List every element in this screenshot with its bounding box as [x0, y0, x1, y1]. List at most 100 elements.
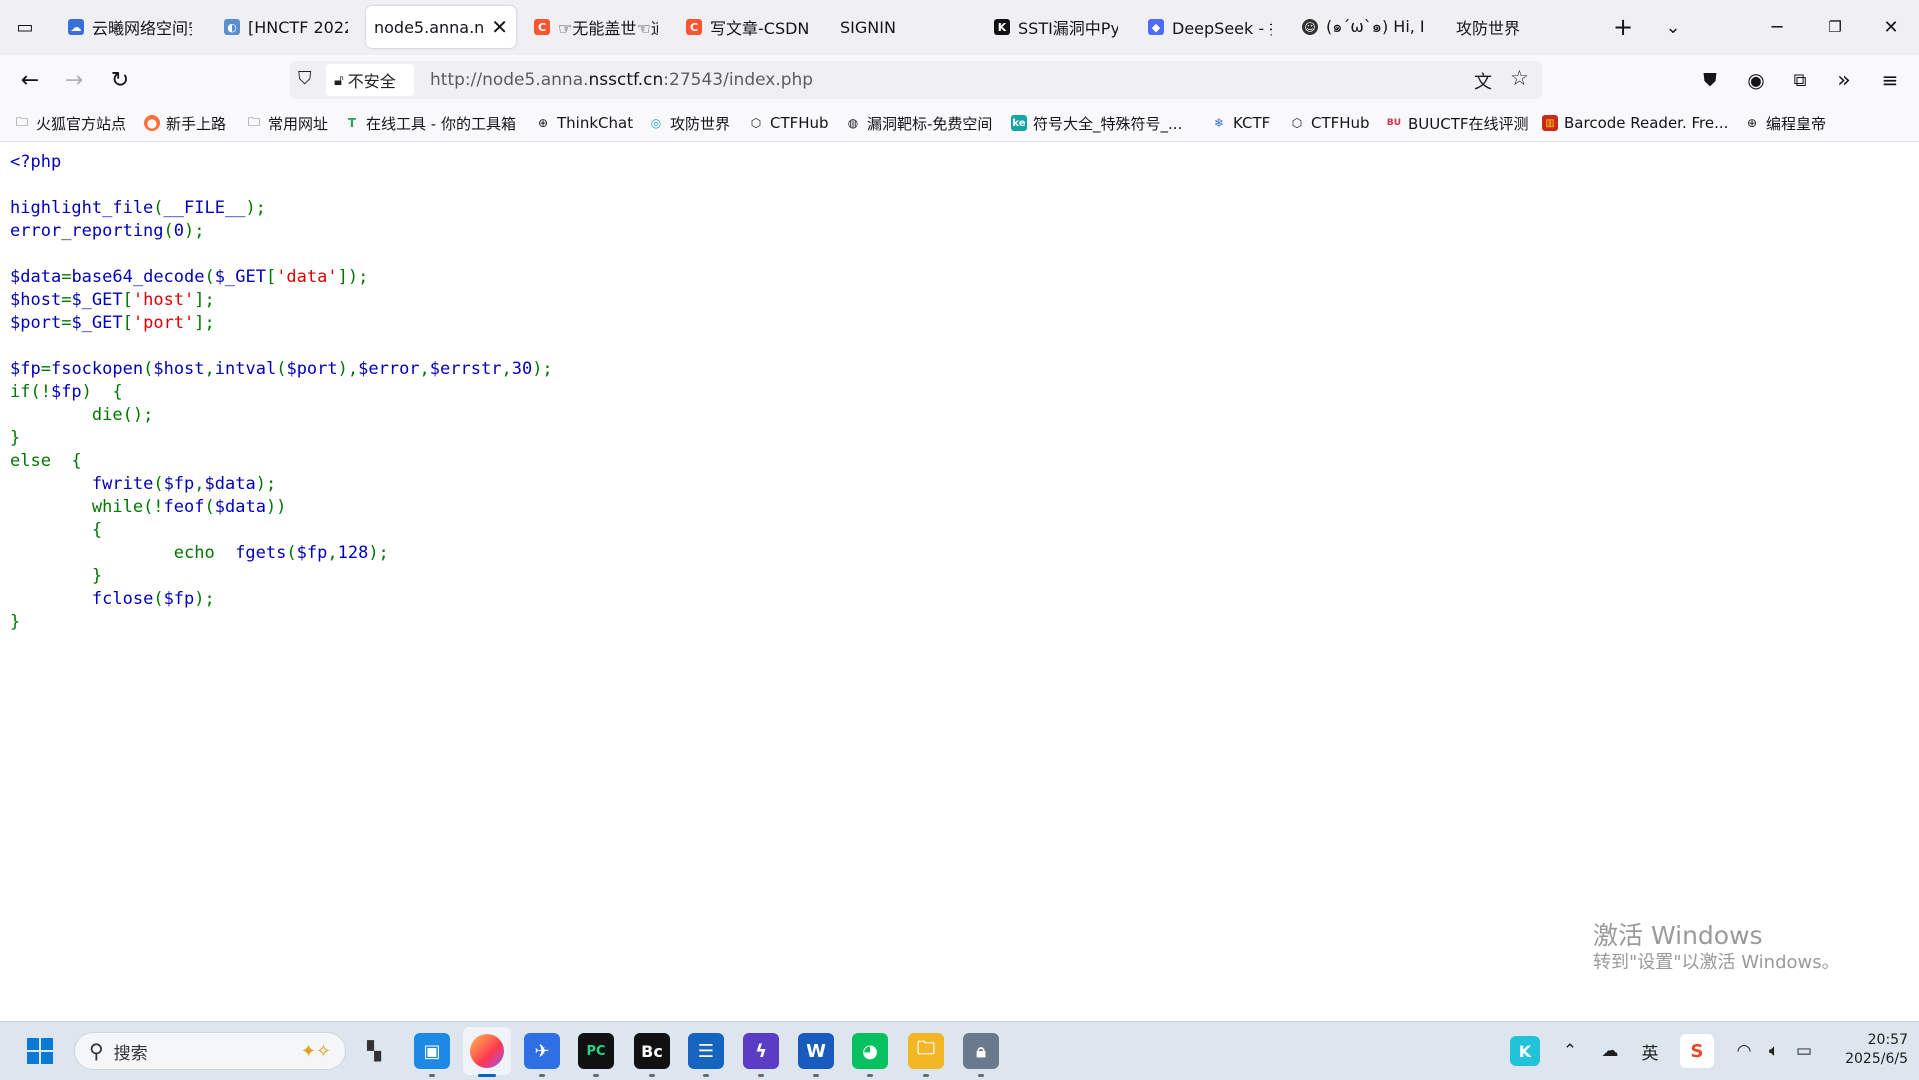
bookmark-item[interactable]: ❄ KCTF [1211, 112, 1270, 134]
account-button[interactable]: ◉ [1740, 64, 1772, 96]
bookmark-star-icon[interactable]: ☆ [1510, 66, 1529, 90]
tab-5[interactable]: C 写文章-CSDN [678, 6, 818, 48]
tab-2[interactable]: ◐ [HNCTF 2022 [216, 6, 356, 48]
forward-button[interactable]: → [58, 64, 90, 96]
code-token: 30 [511, 359, 533, 379]
taskbar-app-pycharm[interactable]: PC [578, 1033, 614, 1069]
bookmark-item[interactable]: ⊕ ThinkChat [535, 112, 633, 134]
new-tab-button[interactable]: + [1608, 12, 1638, 42]
taskbar-app-files[interactable]: ▣ [414, 1033, 450, 1069]
show-hidden-icons-button[interactable]: ⌃ [1558, 1039, 1582, 1063]
bookmark-item[interactable]: ◍ 漏洞靶标-免费空间 [845, 112, 993, 134]
shield-icon: ◎ [650, 116, 662, 130]
onedrive-tray-button[interactable]: ☁ [1598, 1039, 1622, 1063]
battery-button[interactable]: ▭ [1792, 1039, 1816, 1063]
taskbar-app-notepad[interactable]: ☰ [688, 1033, 724, 1069]
code-token: ); [184, 221, 205, 241]
firefox-icon [470, 1034, 504, 1068]
list-all-tabs-button[interactable]: ⌄ [1658, 12, 1688, 42]
tray-app-k[interactable]: K [1510, 1036, 1540, 1066]
bookmark-item[interactable]: 🗀︎ 火狐官方站点 [14, 112, 126, 134]
php-source-code: <?php highlight_file(__FILE__); error_re… [10, 151, 553, 634]
close-window-button[interactable]: ✕ [1876, 12, 1906, 42]
more-tools-button[interactable]: » [1828, 64, 1860, 96]
taskbar-app-firefox[interactable] [463, 1027, 511, 1075]
csdn-icon: C [686, 19, 702, 35]
bookmark-item[interactable]: ⬡ CTFHub [748, 112, 829, 134]
code-token: ), [337, 359, 359, 379]
tab-6[interactable]: SIGNIN [832, 6, 972, 48]
minimize-button[interactable]: ─ [1762, 12, 1792, 42]
task-view-button[interactable]: ▚ [356, 1033, 392, 1069]
code-token: $fp [296, 543, 328, 563]
bookmark-item[interactable]: ◎ 攻防世界 [648, 112, 730, 134]
account-icon: ◉ [1747, 68, 1765, 92]
tracking-shield-icon[interactable]: ⛉ [298, 68, 312, 89]
volume-button[interactable]: 🔈︎ [1762, 1039, 1786, 1063]
tab-4[interactable]: C ☞无能盖世☜道 [526, 6, 666, 48]
app-running-indicator [539, 1074, 545, 1077]
code-token: 0 [173, 221, 185, 241]
app-active-indicator [478, 1074, 496, 1077]
taskbar-app-feishu[interactable]: ✈ [524, 1033, 560, 1069]
ime-mode-button[interactable]: 英 [1638, 1039, 1662, 1064]
tab-9[interactable]: ☺ (๑´ω`๑) Hi, I n [1294, 6, 1434, 48]
cloud-icon: ☁ [68, 19, 84, 35]
activate-windows-subtitle: 转到"设置"以激活 Windows。 [1593, 952, 1840, 973]
taskbar-clock[interactable]: 20:57 2025/6/5 [1818, 1031, 1908, 1069]
tab-7[interactable]: K SSTI漏洞中Pyt [986, 6, 1126, 48]
bookmark-item[interactable]: ke 符号大全_特殊符号_... [1011, 112, 1182, 134]
url-text[interactable]: http://node5.anna.nssctf.cn:27543/index.… [430, 70, 813, 90]
tab-1[interactable]: ☁ 云曦网络空间安 [60, 6, 200, 48]
taskbar-app-word[interactable]: W [798, 1033, 834, 1069]
bookmark-item[interactable]: BU BUUCTF在线评测 [1386, 112, 1529, 134]
code-token: ( [204, 267, 215, 287]
taskbar-search-box[interactable]: ⚲ 搜索 ✦✧ [74, 1032, 346, 1070]
code-token: fsockopen [50, 359, 144, 379]
taskbar-app-visual-studio[interactable]: ϟ [743, 1033, 779, 1069]
reload-button[interactable]: ↻ [104, 64, 136, 96]
restore-icon: ❐ [1828, 18, 1842, 36]
code-token: echo [173, 543, 236, 563]
bookmark-item[interactable]: ⬡ CTFHub [1289, 112, 1370, 134]
ime-label: 英 [1641, 1043, 1659, 1064]
start-button[interactable] [22, 1033, 58, 1069]
k-icon: K [994, 19, 1010, 35]
tab-list-button[interactable]: ▭ [10, 12, 40, 42]
code-token: else { [10, 451, 82, 471]
tab-10[interactable]: 攻防世界 [1448, 6, 1558, 48]
tab-3-active[interactable]: node5.anna.nss ✕ [366, 6, 516, 48]
bookmark-item[interactable]: ▥ Barcode Reader. Fre... [1542, 112, 1728, 134]
network-button[interactable]: ◠ [1732, 1039, 1756, 1063]
back-button[interactable]: ← [14, 64, 46, 96]
code-token: fgets [235, 543, 287, 563]
pocket-button[interactable]: ⛊ [1694, 64, 1726, 96]
bookmark-item[interactable]: ⊕ 编程皇帝 [1744, 112, 1826, 134]
url-bar[interactable]: ⛉ 🔓︎ 不安全 http://node5.anna.nssctf.cn:275… [290, 61, 1542, 99]
sogou-input-button[interactable]: S [1680, 1034, 1714, 1068]
bookmark-item[interactable]: T 在线工具 - 你的工具箱 [344, 112, 516, 134]
restore-button[interactable]: ❐ [1820, 12, 1850, 42]
taskbar-app-wechat[interactable]: ◕ [852, 1033, 888, 1069]
taskbar-app-burpsuite[interactable]: Bc [634, 1033, 670, 1069]
translate-icon[interactable]: 文 [1474, 68, 1492, 94]
close-tab-icon[interactable]: ✕ [491, 15, 508, 39]
code-token: ( [163, 221, 174, 241]
taskbar-app-file-explorer[interactable]: 🗀︎ [908, 1033, 944, 1069]
code-token: highlight_file [10, 198, 154, 218]
app-menu-button[interactable]: ≡ [1874, 64, 1906, 96]
activate-windows-title: 激活 Windows [1593, 921, 1763, 950]
bookmark-item[interactable]: ● 新手上路 [144, 112, 226, 134]
code-token: ); [255, 474, 277, 494]
plus-icon: + [1612, 13, 1634, 41]
ke-icon: ke [1011, 115, 1027, 131]
bookmark-item[interactable]: 🗀︎ 常用网址 [246, 112, 328, 134]
code-token: $fp [50, 382, 82, 402]
code-token: $port [10, 313, 62, 333]
tab-8[interactable]: ◆ DeepSeek - 探 [1140, 6, 1280, 48]
globe-icon: ⊕ [1746, 116, 1758, 130]
extensions-button[interactable]: ⧉ [1784, 64, 1816, 96]
code-token: = [61, 267, 72, 287]
insecure-connection-badge[interactable]: 🔓︎ 不安全 [326, 64, 414, 96]
taskbar-app-vpn[interactable]: 🔒︎ [963, 1033, 999, 1069]
